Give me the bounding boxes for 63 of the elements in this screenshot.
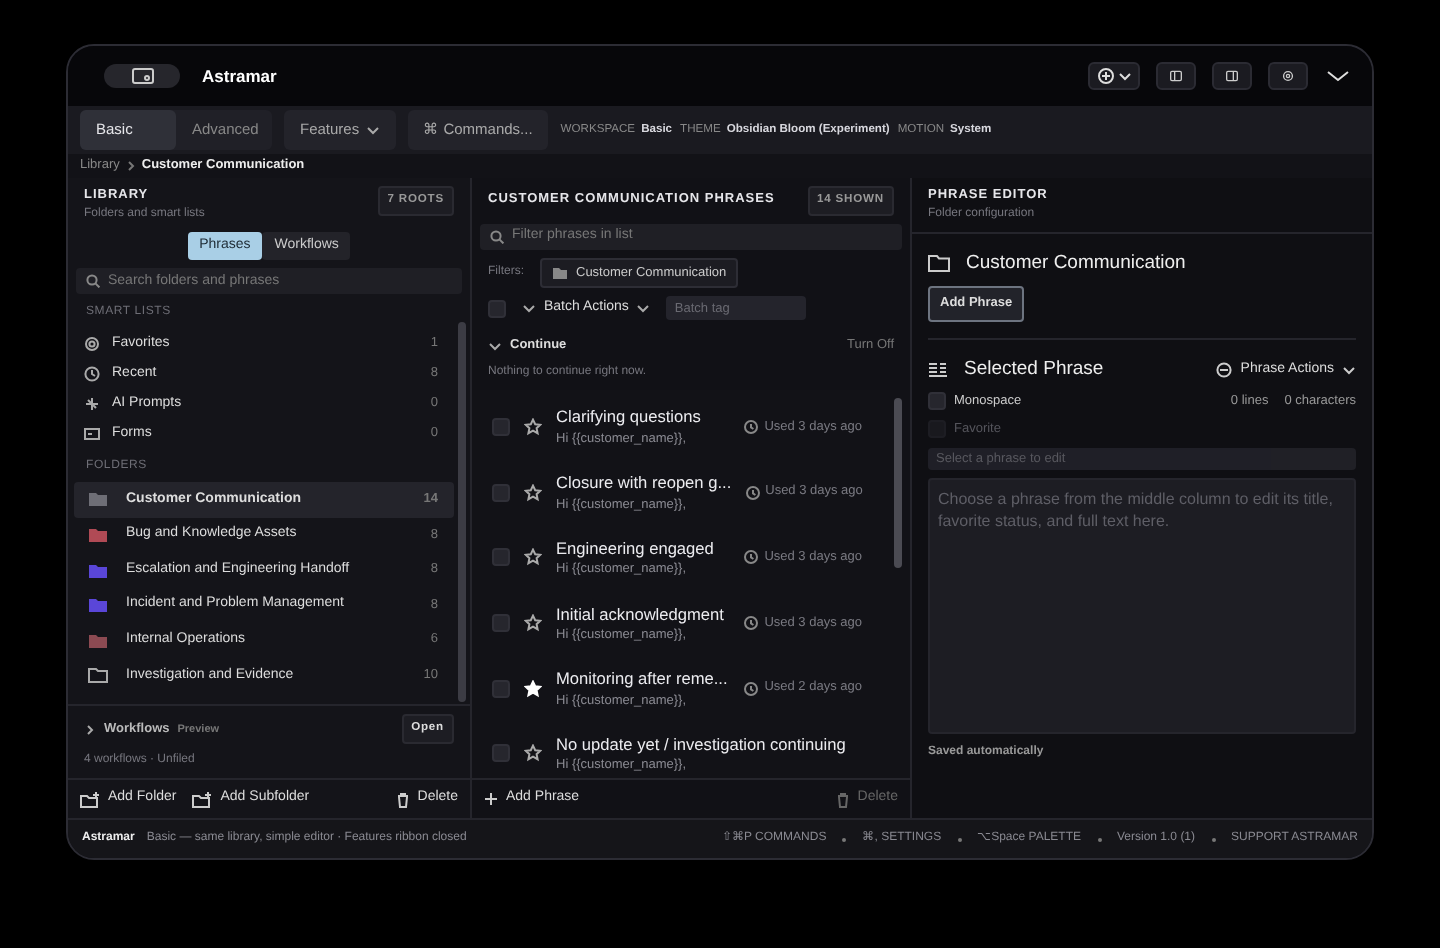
plus-circle-icon [1097,68,1113,84]
caret-icon [636,302,651,315]
row-checkbox[interactable] [492,548,510,567]
clock-icon [84,365,100,382]
sparkle-icon [84,395,100,412]
clock-icon [744,550,759,565]
section-title: Selected Phrase [964,355,1104,384]
row-checkbox[interactable] [492,418,510,437]
chevron-right-icon[interactable] [84,723,96,736]
separator-dot [1211,837,1216,841]
sidebar-left-icon[interactable] [1156,62,1196,90]
star-icon[interactable] [524,744,542,763]
sidebar-toggle-button[interactable] [104,64,180,88]
trash-icon [835,791,850,807]
clock-icon [744,616,759,631]
caret-icon [1342,363,1356,376]
caret-icon [1117,70,1131,82]
phrase-title: No update yet / investigation continuing [556,731,846,757]
star-icon[interactable] [524,418,542,437]
phrase-title: Initial acknowledgment [556,601,724,626]
clock-icon [745,485,760,500]
separator-dot [957,837,962,841]
folder-icon [928,254,950,273]
checkbox[interactable] [928,392,946,411]
phrase-title: Closure with reopen g... [556,470,732,496]
star-icon[interactable] [524,614,542,633]
search-icon [490,229,504,244]
row-checkbox[interactable] [492,483,510,502]
trash-icon [395,791,410,807]
folder-name: Customer Communication [966,249,1186,278]
scrollbar[interactable] [894,398,902,569]
caret-icon [522,302,536,315]
folder-plus-icon [192,791,213,807]
select-all-checkbox[interactable] [488,299,506,318]
separator-dot [1097,837,1101,841]
phrase-title: Engineering engaged [556,535,714,561]
folder-plus-icon [80,791,100,807]
clock-icon [744,681,759,696]
plus-icon [484,792,498,806]
scrollbar[interactable] [458,322,466,703]
phrase-title: Clarifying questions [556,404,701,430]
row-checkbox[interactable] [492,679,510,698]
phrase-text-area[interactable]: Choose a phrase from the middle column to edit its title, favorite status, and full text here. [928,477,1356,734]
star-icon[interactable] [524,483,542,502]
chevron-down-icon[interactable] [488,340,502,353]
minus-circle-icon [1216,361,1233,378]
form-icon [84,425,100,442]
clock-icon [744,420,759,435]
row-checkbox[interactable] [492,614,510,633]
search-icon [86,274,100,289]
folder-icon [552,266,568,281]
app-title: Astramar [202,63,277,89]
monitor-icon [131,68,153,84]
sidebar-right-icon[interactable] [1212,62,1252,90]
text-format-icon [928,361,948,378]
phrase-title: Monitoring after reme... [556,666,728,692]
chevron-right-icon [125,160,136,172]
add-menu-button[interactable] [1088,62,1140,90]
row-checkbox[interactable] [492,744,510,763]
star-icon[interactable] [524,548,542,567]
folder-icon [88,666,108,685]
separator-dot [842,837,847,841]
caret-icon [365,124,380,136]
